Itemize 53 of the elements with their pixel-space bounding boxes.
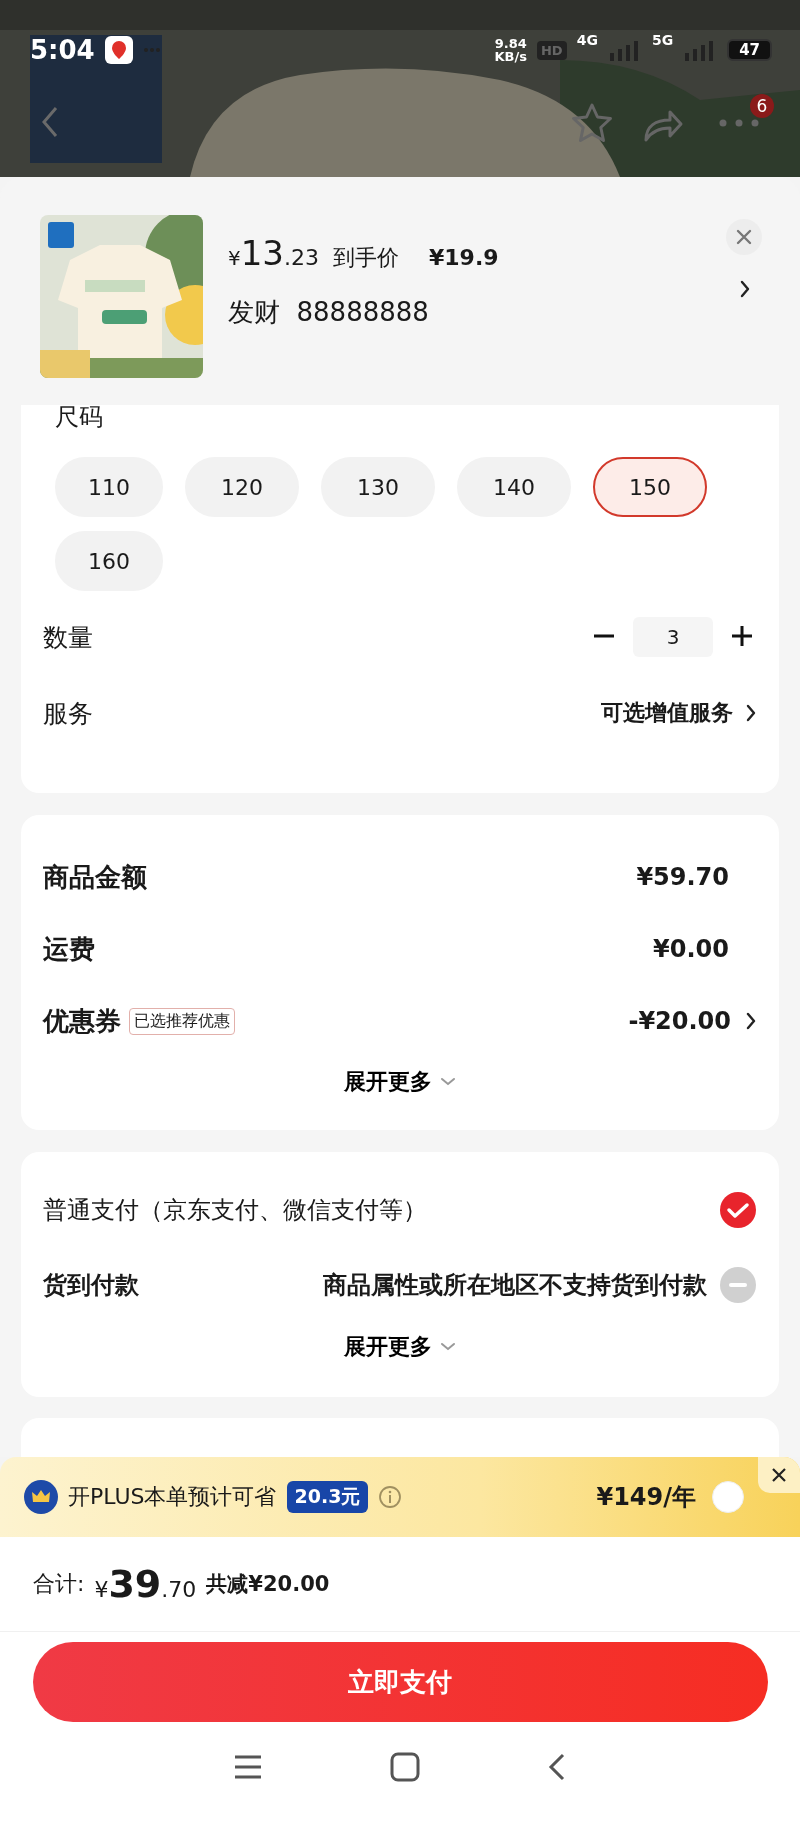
size-option[interactable]: 110 bbox=[55, 457, 163, 517]
summary-value: ¥0.00 bbox=[653, 935, 729, 963]
chevron-right-icon bbox=[745, 703, 757, 723]
plus-price: ¥149/年 bbox=[596, 1482, 696, 1513]
total-label: 合计: bbox=[33, 1570, 85, 1598]
close-icon[interactable] bbox=[758, 1457, 800, 1493]
price: ¥13.23 bbox=[228, 233, 319, 273]
size-option[interactable]: 140 bbox=[457, 457, 571, 517]
size-option[interactable]: 150 bbox=[593, 457, 707, 517]
plus-promo-text: 开PLUS本单预计可省 bbox=[68, 1483, 277, 1511]
expand-more-link[interactable]: 展开更多 bbox=[338, 1326, 462, 1368]
payment-method[interactable]: 普通支付（京东支付、微信支付等） bbox=[43, 1193, 427, 1226]
menu-icon[interactable] bbox=[233, 1754, 264, 1780]
clock: 5:04 bbox=[30, 35, 95, 65]
selected-variant: 发财 88888888 bbox=[228, 296, 430, 329]
expand-more-link[interactable]: 展开更多 bbox=[338, 1061, 462, 1103]
summary-label: 商品金额 bbox=[43, 860, 147, 894]
summary-value: -¥20.00 bbox=[628, 1007, 757, 1035]
service-label: 服务 bbox=[43, 697, 93, 730]
back-icon[interactable] bbox=[546, 1752, 567, 1782]
discount-total: 共减¥20.00 bbox=[206, 1571, 330, 1598]
section-label: 尺码 bbox=[54, 405, 104, 433]
pay-button[interactable]: 立即支付 bbox=[32, 1642, 768, 1722]
info-icon[interactable] bbox=[378, 1485, 403, 1509]
radio-button[interactable] bbox=[712, 1481, 744, 1513]
network-type: 4G bbox=[576, 32, 598, 48]
payment-note: 商品属性或所在地区不支持货到付款 bbox=[323, 1269, 707, 1301]
crown-icon bbox=[24, 1480, 58, 1514]
summary-value: ¥59.70 bbox=[636, 863, 729, 891]
saving-badge: 20.3元 bbox=[286, 1481, 369, 1513]
size-option[interactable]: 160 bbox=[55, 531, 163, 591]
service-link[interactable]: 可选增值服务 bbox=[601, 698, 757, 728]
app-icon bbox=[104, 36, 133, 64]
price-label: 到手价 bbox=[333, 244, 399, 272]
size-option[interactable]: 120 bbox=[185, 457, 299, 517]
quantity-field[interactable]: 3 bbox=[633, 617, 713, 657]
star-icon[interactable] bbox=[570, 102, 614, 144]
network-speed: 9.84 KB/s bbox=[494, 37, 527, 63]
original-price: ¥19.9 bbox=[429, 245, 499, 270]
checked-radio-icon[interactable] bbox=[719, 1190, 757, 1229]
coupon-tag: 已选推荐优惠 bbox=[129, 1007, 235, 1035]
chevron-down-icon bbox=[440, 1077, 456, 1087]
summary-label: 运费 bbox=[43, 932, 95, 966]
total-amount: ¥39.70 bbox=[94, 1562, 197, 1606]
chevron-down-icon bbox=[440, 1342, 456, 1352]
more-notifications-icon bbox=[142, 47, 161, 53]
quantity-label: 数量 bbox=[43, 621, 93, 654]
network-type: 5G bbox=[651, 32, 674, 48]
battery-level: 47 bbox=[727, 39, 772, 61]
size-option[interactable]: 130 bbox=[321, 457, 435, 517]
summary-label: 优惠券 bbox=[43, 1004, 121, 1038]
chevron-right-icon bbox=[745, 1011, 757, 1031]
home-icon[interactable] bbox=[390, 1752, 420, 1782]
